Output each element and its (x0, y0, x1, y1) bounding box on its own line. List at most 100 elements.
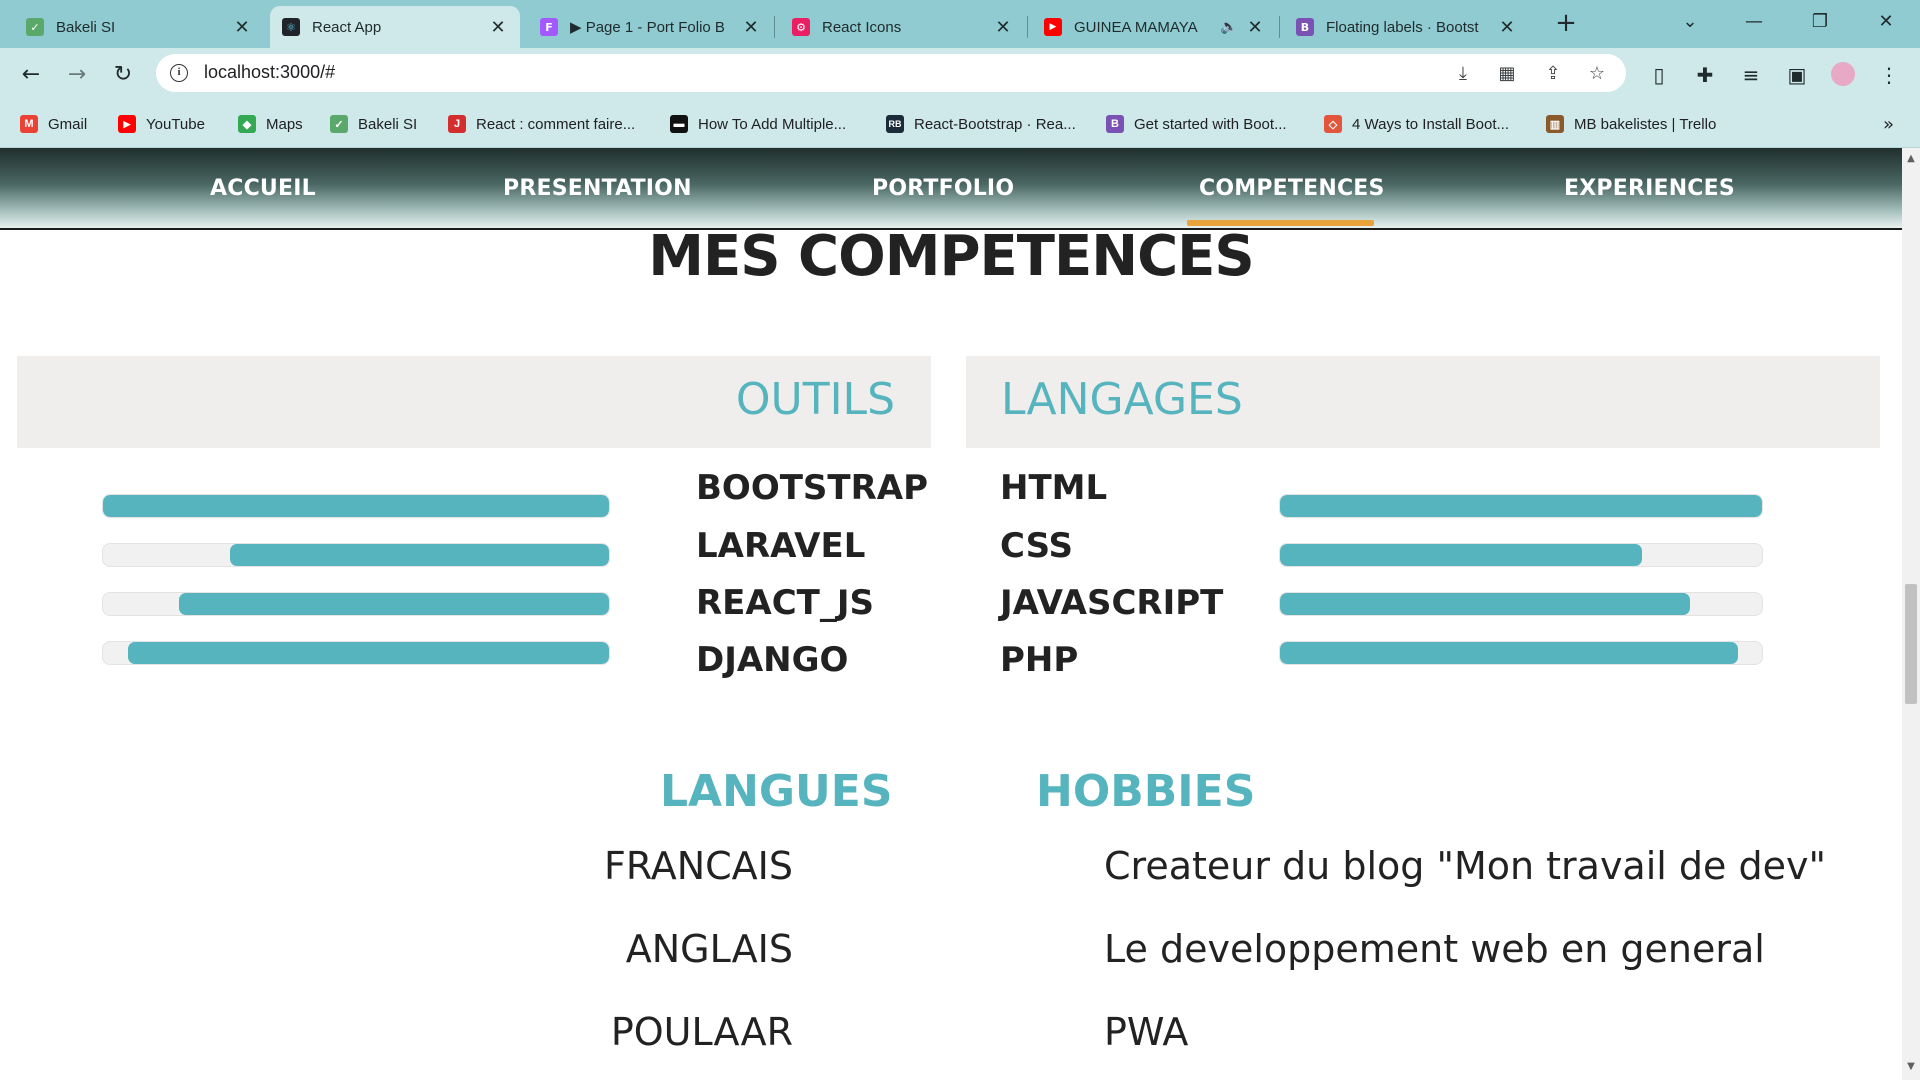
bakeli-favicon-icon: ✓ (26, 18, 44, 36)
browser-tab[interactable]: ✓ Bakeli SI ✕ (14, 6, 264, 48)
figma-favicon-icon: F (540, 18, 558, 36)
progress-fill (1280, 495, 1762, 517)
share-icon[interactable]: ⇪ (1542, 63, 1564, 85)
forward-arrow-icon[interactable]: → (62, 60, 92, 90)
bookmark-how-to-add[interactable]: ▬ How To Add Multiple... (670, 112, 846, 136)
more-bookmarks-icon[interactable]: » (1883, 114, 1894, 135)
hobbies-heading: HOBBIES (1036, 766, 1256, 817)
bookmark-label: Gmail (48, 115, 88, 133)
tab-separator (1027, 16, 1028, 38)
skill-label: PHP (1000, 640, 1079, 680)
browser-tab[interactable]: ▶ GUINEA MAMAYA 🔈 ✕ (1032, 6, 1277, 48)
bookmark-4-ways[interactable]: ◇ 4 Ways to Install Boot... (1324, 112, 1509, 136)
bookmark-star-icon[interactable]: ☆ (1586, 63, 1608, 85)
page-viewport: ACCUEIL PRESENTATION PORTFOLIO COMPETENC… (0, 148, 1902, 1080)
tab-search-chevron-icon[interactable]: ⌄ (1670, 8, 1710, 36)
site-info-icon[interactable]: i (170, 64, 188, 82)
diamond-icon: ◇ (1324, 115, 1342, 133)
vertical-scrollbar[interactable]: ▲ ▼ (1902, 148, 1920, 1080)
extensions-puzzle-icon[interactable]: ✚ (1692, 62, 1718, 88)
tab-title: React App (312, 18, 382, 36)
bookmark-label: Get started with Boot... (1134, 115, 1287, 133)
progress-bar-react-js (102, 592, 610, 616)
address-bar[interactable]: i localhost:3000/# ⤓ ▦ ⇪ ☆ (156, 54, 1626, 92)
tab-title: Bakeli SI (56, 18, 116, 36)
gmail-icon: M (20, 115, 38, 133)
bookmark-react-bootstrap[interactable]: RB React-Bootstrap · Rea... (886, 112, 1076, 136)
close-tab-icon[interactable]: ✕ (993, 17, 1013, 38)
bookmark-maps[interactable]: ◆ Maps (238, 112, 303, 136)
langue-item: POULAAR (610, 1010, 793, 1054)
menu-kebab-icon[interactable]: ⋮ (1876, 62, 1902, 88)
media-queue-icon[interactable]: ≡ (1738, 62, 1764, 88)
nav-link-experiences[interactable]: EXPERIENCES (1564, 176, 1735, 201)
progress-bar-javascript (1279, 592, 1763, 616)
close-window-icon[interactable]: ✕ (1866, 8, 1906, 36)
profile-avatar-icon[interactable] (1830, 62, 1856, 88)
skill-label: JAVASCRIPT (1000, 583, 1224, 623)
install-app-icon[interactable]: ⤓ (1452, 63, 1474, 85)
tab-title: React Icons (822, 18, 902, 36)
progress-bar-php (1279, 641, 1763, 665)
nav-link-presentation[interactable]: PRESENTATION (503, 176, 692, 201)
tab-title: ▶ Page 1 - Port Folio B (570, 19, 725, 36)
bookmarks-bar: M Gmail ▶ YouTube ◆ Maps ✓ Bakeli SI J R… (0, 100, 1920, 148)
youtube-icon: ▶ (118, 115, 136, 133)
restore-icon[interactable]: ❐ (1800, 8, 1840, 36)
progress-bar-django (102, 641, 610, 665)
nav-link-accueil[interactable]: ACCUEIL (210, 176, 316, 201)
back-arrow-icon[interactable]: ← (16, 60, 46, 90)
browser-tab[interactable]: ⚙ React Icons ✕ (780, 6, 1025, 48)
progress-bar-bootstrap (102, 494, 610, 518)
translate-icon[interactable]: ▦ (1496, 63, 1518, 85)
progress-fill (1280, 544, 1642, 566)
outils-heading: OUTILS (735, 374, 895, 425)
url-text[interactable]: localhost:3000/# (204, 62, 335, 83)
bookmark-react-comment[interactable]: J React : comment faire... (448, 112, 635, 136)
bookmark-label: YouTube (146, 115, 205, 133)
browser-tab-active[interactable]: ⚛ React App ✕ (270, 6, 520, 48)
bookmark-label: React : comment faire... (476, 115, 636, 133)
close-tab-icon[interactable]: ✕ (488, 17, 508, 38)
progress-fill (103, 495, 609, 517)
progress-bar-laravel (102, 543, 610, 567)
bootstrap-favicon-icon: B (1296, 18, 1314, 36)
progress-fill (229, 544, 609, 566)
bookmark-trello[interactable]: ▥ MB bakelistes | Trello (1546, 112, 1716, 136)
nav-link-competences[interactable]: COMPETENCES (1199, 176, 1385, 201)
skill-label: LARAVEL (696, 526, 866, 566)
skill-label: REACT_JS (696, 583, 875, 623)
side-panel-icon[interactable]: ▣ (1784, 62, 1810, 88)
bookmark-gmail[interactable]: M Gmail (20, 112, 87, 136)
langages-heading: LANGAGES (1001, 374, 1243, 425)
browser-tab[interactable]: B Floating labels · Bootst ✕ (1284, 6, 1529, 48)
bookmark-youtube[interactable]: ▶ YouTube (118, 112, 205, 136)
react-icons-favicon-icon: ⚙ (792, 18, 810, 36)
nav-link-portfolio[interactable]: PORTFOLIO (872, 176, 1014, 201)
bookmark-bakeli[interactable]: ✓ Bakeli SI (330, 112, 417, 136)
reading-mode-icon[interactable]: ▯ (1646, 62, 1672, 88)
scroll-down-arrow-icon[interactable]: ▼ (1906, 1062, 1916, 1072)
progress-fill (1280, 642, 1738, 664)
tab-title: GUINEA MAMAYA (1074, 18, 1198, 36)
bootstrap-icon: B (1106, 115, 1124, 133)
hobby-item: PWA (1104, 1010, 1189, 1054)
bookmark-get-started[interactable]: B Get started with Boot... (1106, 112, 1287, 136)
scroll-up-arrow-icon[interactable]: ▲ (1906, 154, 1916, 164)
outils-panel-header: OUTILS (17, 356, 931, 448)
bookmark-label: Maps (266, 115, 303, 133)
page-title: MES COMPETENCES (648, 224, 1255, 289)
close-tab-icon[interactable]: ✕ (1245, 17, 1265, 38)
tab-title: Floating labels · Bootst (1326, 18, 1479, 36)
progress-bar-html (1279, 494, 1763, 518)
close-tab-icon[interactable]: ✕ (741, 17, 761, 38)
close-tab-icon[interactable]: ✕ (1497, 17, 1517, 38)
close-tab-icon[interactable]: ✕ (232, 17, 252, 38)
new-tab-plus-icon[interactable]: + (1552, 10, 1580, 38)
scrollbar-thumb[interactable] (1905, 584, 1917, 704)
minimize-icon[interactable]: — (1734, 8, 1774, 36)
reload-icon[interactable]: ↻ (108, 60, 138, 90)
tab-separator (1279, 16, 1280, 38)
browser-tab[interactable]: F ▶ Page 1 - Port Folio B ✕ (528, 6, 773, 48)
speaker-icon[interactable]: 🔈 (1219, 19, 1239, 35)
